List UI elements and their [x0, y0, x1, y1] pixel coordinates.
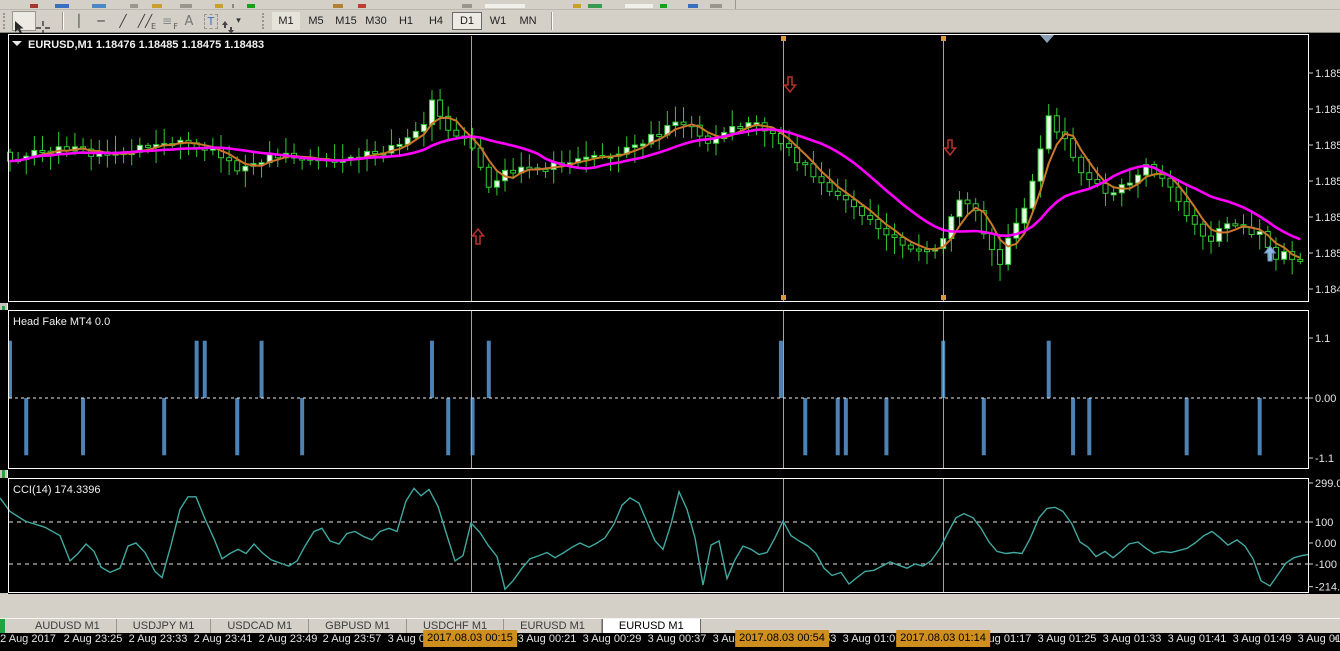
- clipped-toolbar-icon[interactable]: [180, 4, 192, 8]
- clipped-toolbar-icon[interactable]: [333, 4, 343, 8]
- clipped-toolbar-icon[interactable]: [232, 4, 234, 8]
- trendline-icon: ╱: [119, 14, 126, 28]
- vertical-line-icon: │: [75, 14, 82, 28]
- horizontal-line-tool-button[interactable]: ─: [90, 12, 112, 30]
- cci-indicator-panel[interactable]: 299.01 100 0.00 -100 -214.43 CCI(14) 174.3396: [0, 478, 1340, 593]
- fibonacci-tool-button[interactable]: ≡ F: [156, 12, 178, 30]
- timeframe-h1-button[interactable]: H1: [392, 12, 420, 30]
- headfake-indicator-panel[interactable]: 1.1 0.00 -1.1 Head Fake MT4 0.0: [0, 310, 1340, 470]
- clipped-toolbar-icon[interactable]: [660, 4, 667, 8]
- clipped-toolbar-icon[interactable]: [588, 4, 602, 8]
- toolbar-upper-row: [0, 0, 1340, 10]
- price-scale-label: 1.185: [1315, 248, 1340, 260]
- scroll-left-icon[interactable]: ◂: [1332, 633, 1337, 644]
- timeframe-m15-button[interactable]: M15: [332, 12, 360, 30]
- price-scale-label: 1.185: [1315, 104, 1340, 116]
- time-scale-label: 2 Aug 23:25: [64, 630, 123, 648]
- clipped-toolbar-icon[interactable]: [215, 4, 223, 8]
- timeframe-d1-button[interactable]: D1: [452, 12, 482, 30]
- cci-scale-label: 299.01: [1315, 478, 1340, 490]
- text-icon: A: [185, 14, 194, 29]
- cursor-tool-button[interactable]: [12, 11, 36, 31]
- toolbar-separator-2: [551, 12, 553, 30]
- time-scale-label: 3 Aug 01:41: [1168, 630, 1227, 648]
- clipped-toolbar-icon[interactable]: [130, 4, 138, 8]
- cci-scale-label: 100: [1315, 517, 1333, 529]
- crosshair-tool-button[interactable]: [36, 12, 58, 30]
- clipped-toolbar-icon[interactable]: [485, 4, 525, 8]
- arrows-tool-button[interactable]: ▾: [222, 12, 252, 30]
- time-scale-label: 3 Aug 00:37: [648, 630, 707, 648]
- time-scale-label: 2 Aug 23:41: [194, 630, 253, 648]
- chart-title: EURUSD,M1 1.18476 1.18485 1.18475 1.1848…: [28, 39, 264, 51]
- timeframe-h4-button[interactable]: H4: [422, 12, 450, 30]
- price-scale-label: 1.185: [1315, 212, 1340, 224]
- highlighted-time-label: 2017.08.03 00:15: [423, 630, 517, 647]
- headfake-scale-label: -1.1: [1315, 453, 1334, 465]
- clipped-toolbar-icon[interactable]: [30, 4, 38, 8]
- cci-scale-label: -214.43: [1315, 582, 1340, 593]
- text-label-tool-button[interactable]: T: [200, 12, 222, 30]
- headfake-indicator-label: Head Fake MT4 0.0: [13, 316, 110, 328]
- vertical-line-tool-button[interactable]: │: [68, 12, 90, 30]
- timeframe-m30-button[interactable]: M30: [362, 12, 390, 30]
- highlighted-time-label: 2017.08.03 01:14: [896, 630, 990, 647]
- clipped-toolbar-icon[interactable]: [152, 4, 162, 8]
- cci-scale-label: -100: [1315, 559, 1337, 571]
- time-scale-label: 3 Aug 00:21: [518, 630, 577, 648]
- clipped-toolbar-icon[interactable]: [358, 4, 366, 8]
- clipped-toolbar-icon[interactable]: [573, 4, 581, 8]
- price-scale-label: 1.185: [1315, 68, 1340, 80]
- clipped-toolbar-icon[interactable]: [710, 4, 722, 8]
- clipped-toolbar-icon[interactable]: [247, 4, 255, 8]
- cci-indicator-label: CCI(14) 174.3396: [13, 484, 100, 496]
- time-scale-label: 3 Aug 01:25: [1038, 630, 1097, 648]
- toolbar-separator: [62, 12, 64, 30]
- toolbar-grip-2[interactable]: [262, 13, 267, 29]
- time-scale[interactable]: ◂ 2 Aug 2017 2 Aug 23:25 2 Aug 23:33 2 Aug …: [0, 627, 1340, 651]
- time-scale-label: 3 Aug 01:33: [1103, 630, 1162, 648]
- clipped-toolbar-icon[interactable]: [625, 4, 653, 8]
- time-scale-label: 3 Aug 01:49: [1233, 630, 1292, 648]
- clipped-toolbar-icon[interactable]: [92, 4, 106, 8]
- time-scale-label: 2 Aug 23:33: [129, 630, 188, 648]
- headfake-scale-label: 1.1: [1315, 333, 1330, 345]
- price-scale-label: 1.185: [1315, 176, 1340, 188]
- clipped-toolbar-icon[interactable]: [462, 4, 472, 8]
- time-scale-label: 2 Aug 2017: [0, 630, 56, 648]
- headfake-scale-label: 0.00: [1315, 393, 1336, 405]
- highlighted-time-label: 2017.08.03 00:54: [735, 630, 829, 647]
- price-scale-label: 1.185: [1315, 140, 1340, 152]
- horizontal-line-icon: ─: [97, 14, 104, 28]
- timeframe-mn-button[interactable]: MN: [514, 12, 542, 30]
- time-scale-label: 3 Aug 01:01: [843, 630, 902, 648]
- timeframe-m5-button[interactable]: M5: [302, 12, 330, 30]
- fibonacci-icon: ≡: [162, 14, 172, 28]
- text-label-icon: T: [204, 14, 219, 29]
- toolbar-line-studies: │ ─ ╱ ╱╱ E ≡ F A T ▾ M1 M5 M15 M30 H1 H4…: [0, 10, 1340, 33]
- clipped-toolbar-icon[interactable]: [688, 4, 698, 8]
- chart-window: 1.185 1.185 1.185 1.185 1.185 1.185 1.184 EURUS…: [0, 33, 1340, 594]
- time-scale-label: 2 Aug 23:49: [259, 630, 318, 648]
- trendline-tool-button[interactable]: ╱: [112, 12, 134, 30]
- timeframe-w1-button[interactable]: W1: [484, 12, 512, 30]
- timeframe-m1-button[interactable]: M1: [272, 12, 300, 30]
- mt4-window: │ ─ ╱ ╱╱ E ≡ F A T ▾ M1 M5 M15 M30 H1 H4…: [0, 0, 1340, 632]
- price-chart-panel[interactable]: 1.185 1.185 1.185 1.185 1.185 1.185 1.184 EURUS…: [0, 33, 1340, 303]
- time-scale-label: 2 Aug 23:57: [323, 630, 382, 648]
- arrows-dropdown-caret: ▾: [236, 16, 241, 26]
- text-tool-button[interactable]: A: [178, 12, 200, 30]
- clipped-toolbar-icon[interactable]: [55, 4, 69, 8]
- price-scale-label: 1.184: [1315, 284, 1340, 296]
- equidistant-channel-tool-button[interactable]: ╱╱ E: [134, 12, 156, 30]
- toolbar-grip[interactable]: [3, 13, 8, 29]
- time-scale-label: 3 Aug 00:29: [583, 630, 642, 648]
- cci-scale-label: 0.00: [1315, 538, 1336, 550]
